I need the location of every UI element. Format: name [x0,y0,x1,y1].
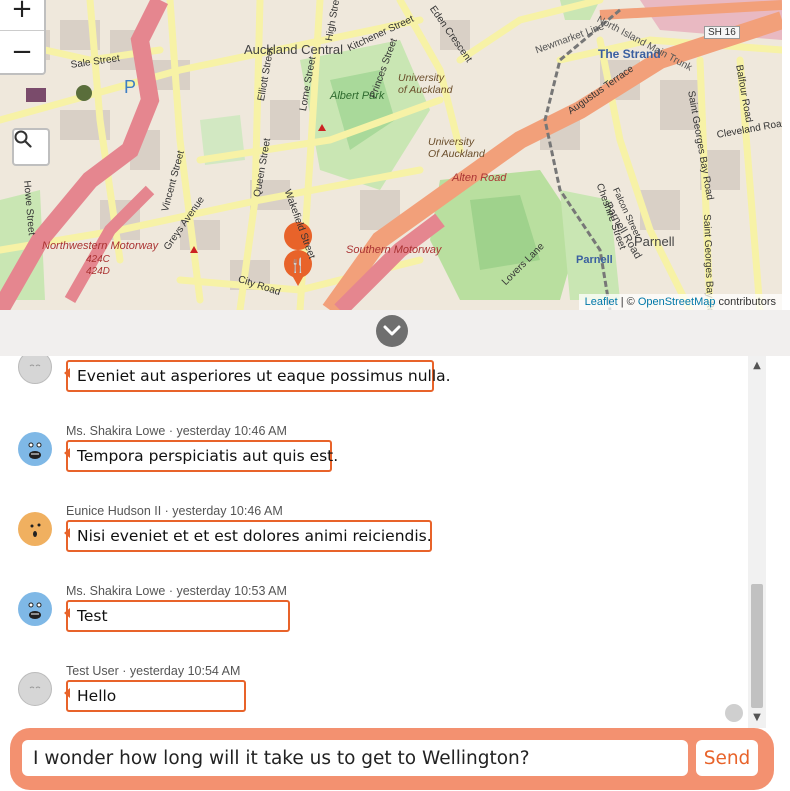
message-bubble: Tempora perspiciatis aut quis est. [64,440,338,472]
send-button[interactable]: Send [696,740,758,776]
avatar [18,432,52,466]
chevron-down-icon [383,325,401,336]
scrollbar-thumb[interactable] [751,584,763,708]
leaflet-link[interactable]: Leaflet [585,296,618,308]
avatar-face-icon [28,442,42,459]
message-input[interactable]: I wonder how long will it take us to get… [22,740,688,776]
map[interactable]: 🍴 P Auckland Central Albert Park Univers… [0,0,782,310]
message-meta: Test User · yesterday 10:54 AM [66,664,241,678]
map-search-button[interactable] [12,128,50,166]
avatar-face-icon [29,364,41,367]
map-attribution: Leaflet | © OpenStreetMap contributors [578,294,782,310]
message-text: Hello [77,687,117,705]
message-text: Nisi eveniet et et est dolores animi rei… [77,527,432,545]
osm-link[interactable]: OpenStreetMap [638,296,716,308]
message-bubble: Nisi eveniet et et est dolores animi rei… [64,520,432,552]
message-bubble: Hello [64,680,246,712]
avatar [18,592,52,626]
chat-message-list[interactable]: Eveniet aut asperiores ut eaque possimus… [0,356,766,728]
zoom-in-button[interactable]: + [0,0,44,30]
scroll-up-arrow-icon[interactable]: ▲ [748,359,766,373]
message-meta: Ms. Shakira Lowe · yesterday 10:53 AM [66,584,287,598]
message-text: Eveniet aut asperiores ut eaque possimus… [77,367,451,385]
message-meta: Eunice Hudson II · yesterday 10:46 AM [66,504,283,518]
typing-indicator-avatar [725,704,743,722]
zoom-out-button[interactable]: − [0,30,44,73]
message-bubble: Test [64,600,290,632]
svg-text:P: P [124,77,136,97]
map-tiles: 🍴 P [0,0,782,310]
message-text: Tempora perspiciatis aut quis est. [77,447,339,465]
avatar [18,672,52,706]
collapse-map-button[interactable] [376,315,408,347]
chat-scrollbar[interactable]: ▲ ▼ [748,356,766,728]
compose-bar: I wonder how long will it take us to get… [10,728,774,790]
message-text: Test [77,607,108,625]
attribution-suffix: contributors [715,296,776,308]
message-bubble: Eveniet aut asperiores ut eaque possimus… [64,360,451,392]
avatar-face-icon [30,523,41,537]
message-meta: Ms. Shakira Lowe · yesterday 10:46 AM [66,424,287,438]
avatar [18,356,52,384]
scroll-down-arrow-icon[interactable]: ▼ [748,711,766,725]
zoom-control: + − [0,0,46,75]
avatar-face-icon [29,686,41,689]
avatar [18,512,52,546]
avatar-face-icon [28,602,42,619]
svg-text:🍴: 🍴 [289,257,306,274]
attribution-separator: | © [617,296,638,308]
search-icon [14,130,32,148]
